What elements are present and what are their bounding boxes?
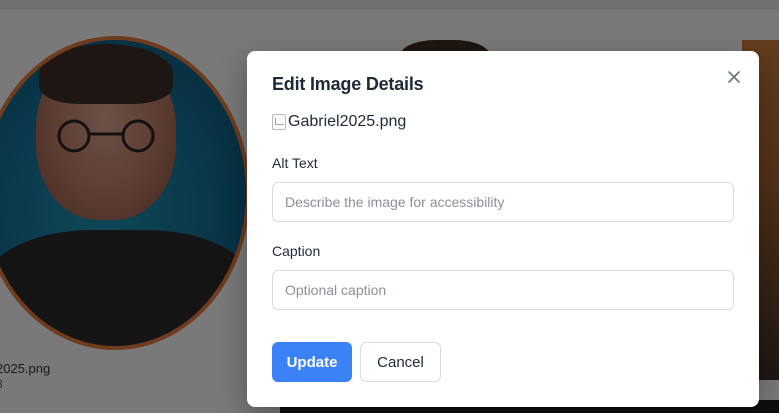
cancel-button[interactable]: Cancel bbox=[360, 342, 441, 382]
edit-image-modal: Edit Image Details Gabriel2025.png Alt T… bbox=[247, 51, 759, 407]
caption-label: Caption bbox=[272, 243, 321, 259]
close-button[interactable] bbox=[725, 68, 743, 86]
alt-text-label: Alt Text bbox=[272, 155, 318, 171]
caption-input[interactable] bbox=[272, 270, 734, 310]
image-alt-text: Gabriel2025.png bbox=[288, 113, 407, 130]
broken-image-icon bbox=[272, 114, 286, 130]
modal-title: Edit Image Details bbox=[272, 74, 424, 94]
close-icon bbox=[728, 71, 740, 83]
alt-text-input[interactable] bbox=[272, 182, 734, 222]
image-preview: Gabriel2025.png bbox=[272, 111, 406, 133]
update-button[interactable]: Update bbox=[272, 342, 352, 382]
